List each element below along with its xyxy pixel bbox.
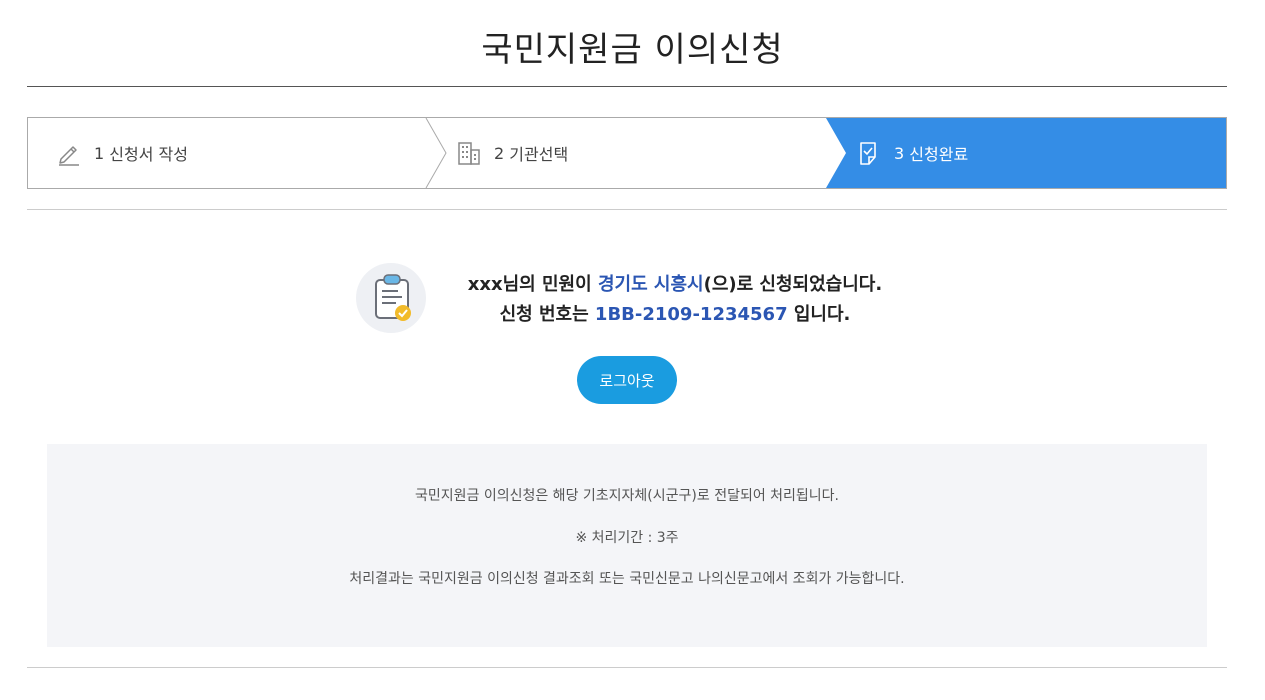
building-icon xyxy=(456,140,482,166)
step-3-number: 3 xyxy=(894,143,905,163)
completion-suffix: (으)로 신청되었습니다. xyxy=(703,274,883,295)
application-number: 1BB-2109-1234567 xyxy=(594,304,788,325)
step-2-number: 2 xyxy=(494,143,505,163)
step-2-label: 기관선택 xyxy=(509,145,569,164)
step-1-number: 1 xyxy=(94,143,105,163)
number-suffix: 입니다. xyxy=(787,304,851,325)
step-1-write-application: 1 신청서 작성 xyxy=(56,118,188,188)
bottom-divider xyxy=(27,667,1227,668)
info-panel: 국민지원금 이의신청은 해당 기초지자체(시군구)로 전달되어 처리됩니다. ※… xyxy=(47,444,1207,647)
completion-line-2: 신청 번호는 1BB-2109-1234567 입니다. xyxy=(420,300,930,330)
title-divider xyxy=(27,86,1227,87)
pencil-icon xyxy=(56,140,82,166)
info-line-3: 처리결과는 국민지원금 이의신청 결과조회 또는 국민신문고 나의신문고에서 조… xyxy=(349,571,905,587)
clipboard-check-icon xyxy=(356,263,426,333)
completion-line-1: xxx님의 민원이 경기도 시흥시(으)로 신청되었습니다. xyxy=(420,270,930,300)
step-2-select-agency: 2 기관선택 xyxy=(456,118,568,188)
number-prefix: 신청 번호는 xyxy=(499,304,595,325)
section-divider xyxy=(27,209,1227,210)
info-line-2: ※ 처리기간 : 3주 xyxy=(575,530,679,546)
stepper-background xyxy=(425,118,1226,188)
progress-stepper: 1 신청서 작성 2 기관선택 3 신청완료 xyxy=(27,117,1227,189)
info-line-1: 국민지원금 이의신청은 해당 기초지자체(시군구)로 전달되어 처리됩니다. xyxy=(414,488,840,504)
page-title: 국민지원금 이의신청 xyxy=(481,29,784,70)
step-1-label: 신청서 작성 xyxy=(109,145,188,164)
region-name: 경기도 시흥시 xyxy=(597,274,704,295)
applicant-text: xxx님의 민원이 xyxy=(467,274,598,295)
logout-button[interactable]: 로그아웃 xyxy=(577,356,677,404)
step-3-complete: 3 신청완료 xyxy=(856,118,968,188)
document-check-icon xyxy=(856,140,882,166)
step-3-label: 신청완료 xyxy=(909,145,969,164)
completion-message: xxx님의 민원이 경기도 시흥시(으)로 신청되었습니다. 신청 번호는 1B… xyxy=(420,270,930,330)
